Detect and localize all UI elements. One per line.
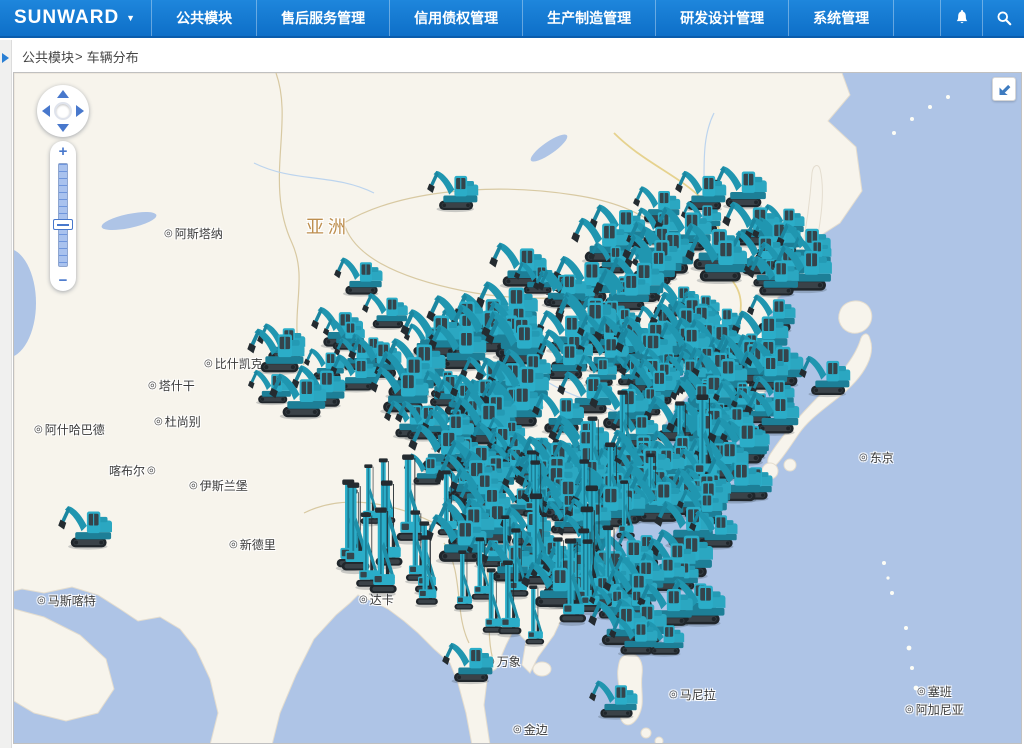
pan-down-arrow-icon[interactable] xyxy=(57,124,69,132)
map-zoom-slider: + − xyxy=(50,141,76,291)
vehicle-marker-excavator[interactable] xyxy=(441,636,496,685)
zoom-slider-track[interactable] xyxy=(58,163,68,267)
map-pan-control xyxy=(37,85,89,137)
arrow-down-left-icon xyxy=(995,80,1013,98)
vehicle-marker-excavator[interactable] xyxy=(608,611,660,658)
bell-icon xyxy=(952,8,972,28)
zoom-slider-handle[interactable] xyxy=(53,219,73,230)
search-icon xyxy=(994,8,1014,28)
vehicle-marker-drill-rig[interactable] xyxy=(366,507,398,598)
vehicle-marker-drill-rig[interactable] xyxy=(413,535,439,609)
logo-text: SUNWARD xyxy=(14,7,119,29)
pan-right-arrow-icon[interactable] xyxy=(76,105,84,117)
vehicle-marker-drill-rig[interactable] xyxy=(452,550,474,613)
map-markers xyxy=(14,73,1021,743)
vehicle-distribution-map[interactable]: 亚洲 ◎阿斯塔纳◎乌兰巴托◎比什凯克◎塔什干◎杜尚别◎阿什哈巴德喀布尔◎◎伊斯兰… xyxy=(13,72,1022,744)
nav-item-6[interactable]: 系统管理 xyxy=(788,0,894,36)
vehicle-marker-excavator[interactable] xyxy=(798,349,853,398)
vehicle-marker-excavator[interactable] xyxy=(57,499,115,551)
vehicle-marker-drill-rig[interactable] xyxy=(495,560,523,638)
main-nav: 公共模块售后服务管理信用债权管理生产制造管理研发设计管理系统管理 xyxy=(151,0,894,36)
vehicle-marker-excavator[interactable] xyxy=(588,674,640,721)
breadcrumb-current: 车辆分布 xyxy=(87,47,139,66)
notifications-button[interactable] xyxy=(940,0,982,36)
nav-item-4[interactable]: 生产制造管理 xyxy=(522,0,655,36)
pan-center-button[interactable] xyxy=(54,102,72,120)
pan-up-arrow-icon[interactable] xyxy=(57,90,69,98)
logo[interactable]: SUNWARD ▼ xyxy=(0,7,151,29)
nav-item-5[interactable]: 研发设计管理 xyxy=(655,0,788,36)
top-navigation-bar: SUNWARD ▼ 公共模块售后服务管理信用债权管理生产制造管理研发设计管理系统… xyxy=(0,0,1024,38)
nav-item-3[interactable]: 信用债权管理 xyxy=(389,0,522,36)
nav-item-2[interactable]: 售后服务管理 xyxy=(256,0,389,36)
chevron-down-icon: ▼ xyxy=(126,13,135,23)
nav-item-1[interactable]: 公共模块 xyxy=(151,0,256,36)
search-button[interactable] xyxy=(982,0,1024,36)
sidebar-collapsed-strip xyxy=(0,40,12,748)
sidebar-expand-toggle[interactable] xyxy=(2,53,9,63)
vehicle-marker-excavator[interactable] xyxy=(268,366,329,421)
zoom-out-button[interactable]: − xyxy=(50,273,76,289)
breadcrumb-parent[interactable]: 公共模块 xyxy=(22,47,74,66)
vehicle-marker-drill-rig[interactable] xyxy=(523,585,545,648)
top-icons xyxy=(940,0,1024,36)
pan-left-arrow-icon[interactable] xyxy=(42,105,50,117)
collapse-map-button[interactable] xyxy=(992,77,1016,101)
breadcrumb: 公共模块 > 车辆分布 xyxy=(12,40,1024,72)
vehicle-marker-excavator[interactable] xyxy=(426,164,481,213)
zoom-in-button[interactable]: + xyxy=(50,144,76,160)
breadcrumb-separator: > xyxy=(75,49,83,64)
vehicle-marker-drill-rig[interactable] xyxy=(556,538,588,627)
